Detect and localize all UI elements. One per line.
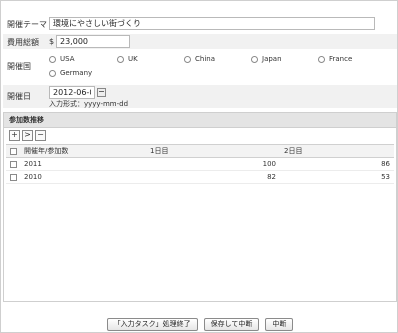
cell-year[interactable]: 2010 [20, 171, 146, 183]
radio-label: China [195, 55, 215, 63]
col-day1-header[interactable]: 1日目 [146, 145, 280, 157]
cell-day1[interactable]: 82 [146, 171, 280, 183]
cell-day1[interactable]: 100 [146, 158, 280, 170]
date-format-hint: 入力形式：yyyy-mm-dd [49, 100, 129, 108]
radio-uk[interactable]: UK [117, 55, 138, 63]
radio-label: USA [60, 55, 75, 63]
radio-label: Japan [262, 55, 282, 63]
radio-france[interactable]: France [318, 55, 352, 63]
row-checkbox[interactable] [9, 160, 17, 168]
finish-task-button[interactable]: 「入力タスク」処理終了 [106, 317, 198, 331]
radio-label: Germany [60, 69, 93, 77]
radio-japan[interactable]: Japan [251, 55, 282, 63]
row-checkbox[interactable] [9, 173, 17, 181]
radio-china[interactable]: China [184, 55, 215, 63]
cost-label: 費用総額 [7, 38, 39, 47]
col-day2-header[interactable]: 2日目 [280, 145, 394, 157]
radio-label: France [329, 55, 353, 63]
currency-symbol: $ [49, 37, 55, 46]
select-all-checkbox[interactable] [9, 147, 17, 155]
cell-year[interactable]: 2011 [20, 158, 146, 170]
radio-dot[interactable] [117, 55, 124, 63]
move-row-button[interactable]: > [22, 130, 33, 141]
theme-row: 開催テーマ [3, 15, 397, 33]
cost-input[interactable] [56, 35, 130, 48]
table-row[interactable]: 2010 82 53 [6, 171, 394, 184]
panel-title: 参加数推移 [4, 113, 396, 128]
grid-toolbar: + > − [4, 128, 396, 144]
date-input[interactable] [49, 86, 95, 99]
calendar-icon[interactable] [97, 88, 106, 97]
table-row[interactable]: 2011 100 86 [6, 158, 394, 171]
suspend-button[interactable]: 中断 [265, 317, 294, 331]
date-row: 開催日 入力形式：yyyy-mm-dd [3, 85, 397, 108]
col-year-header[interactable]: 開催年/参加数 [20, 145, 146, 157]
participation-grid: 開催年/参加数 1日目 2日目 2011 100 86 2010 82 53 [6, 144, 394, 184]
action-bar: 「入力タスク」処理終了 保存して中断 中断 [3, 316, 397, 332]
radio-germany[interactable]: Germany [49, 69, 92, 77]
cell-day2[interactable]: 53 [280, 171, 394, 183]
radio-usa[interactable]: USA [49, 55, 75, 63]
participation-panel: 参加数推移 + > − 開催年/参加数 1日目 2日目 2011 100 86 … [3, 112, 397, 302]
form-window: 開催テーマ 費用総額 $ 開催国 USA UK China Japan Fran… [0, 0, 398, 333]
country-label: 開催国 [7, 62, 31, 71]
theme-input[interactable] [49, 17, 375, 30]
date-label: 開催日 [7, 92, 31, 101]
radio-label: UK [128, 55, 138, 63]
save-and-suspend-button[interactable]: 保存して中断 [203, 317, 260, 331]
add-row-button[interactable]: + [9, 130, 20, 141]
radio-dot[interactable] [318, 55, 325, 63]
radio-dot[interactable] [184, 55, 191, 63]
country-row: 開催国 USA UK China Japan France Germany [3, 51, 397, 83]
cost-row: 費用総額 $ [3, 34, 397, 49]
delete-row-button[interactable]: − [35, 130, 46, 141]
grid-header: 開催年/参加数 1日目 2日目 [6, 144, 394, 158]
radio-dot[interactable] [49, 55, 56, 63]
theme-label: 開催テーマ [7, 20, 47, 29]
radio-dot[interactable] [251, 55, 258, 63]
cell-day2[interactable]: 86 [280, 158, 394, 170]
radio-dot[interactable] [49, 69, 56, 77]
